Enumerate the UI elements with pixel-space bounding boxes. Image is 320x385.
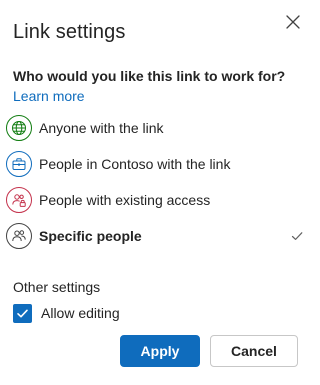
briefcase-icon	[6, 151, 32, 177]
allow-editing-checkbox[interactable]	[13, 303, 32, 323]
people-lock-icon	[6, 187, 32, 213]
cancel-button[interactable]: Cancel	[210, 335, 298, 367]
link-settings-dialog: Link settings Who would you like this li…	[0, 0, 314, 385]
option-label: Anyone with the link	[39, 120, 164, 136]
dialog-title: Link settings	[13, 21, 126, 43]
close-icon	[286, 15, 300, 29]
globe-icon	[6, 115, 32, 141]
option-label: People with existing access	[39, 192, 211, 208]
option-anyone[interactable]: Anyone with the link	[0, 110, 314, 146]
audience-question: Who would you like this link to work for…	[13, 68, 286, 84]
option-people-in-contoso[interactable]: People in Contoso with the link	[0, 146, 314, 182]
learn-more-link[interactable]: Learn more	[13, 88, 85, 104]
option-label: Specific people	[39, 228, 142, 244]
allow-editing-label: Allow editing	[41, 305, 120, 321]
option-label: People in Contoso with the link	[39, 156, 231, 172]
other-settings-heading: Other settings	[13, 279, 101, 295]
people-icon	[6, 223, 32, 249]
checkmark-icon	[291, 232, 303, 240]
allow-editing-row[interactable]: Allow editing	[13, 303, 120, 323]
close-button[interactable]	[282, 11, 304, 33]
checkmark-icon	[17, 309, 28, 317]
option-existing-access[interactable]: People with existing access	[0, 182, 314, 218]
apply-button[interactable]: Apply	[120, 335, 200, 367]
option-specific-people[interactable]: Specific people	[0, 218, 314, 254]
